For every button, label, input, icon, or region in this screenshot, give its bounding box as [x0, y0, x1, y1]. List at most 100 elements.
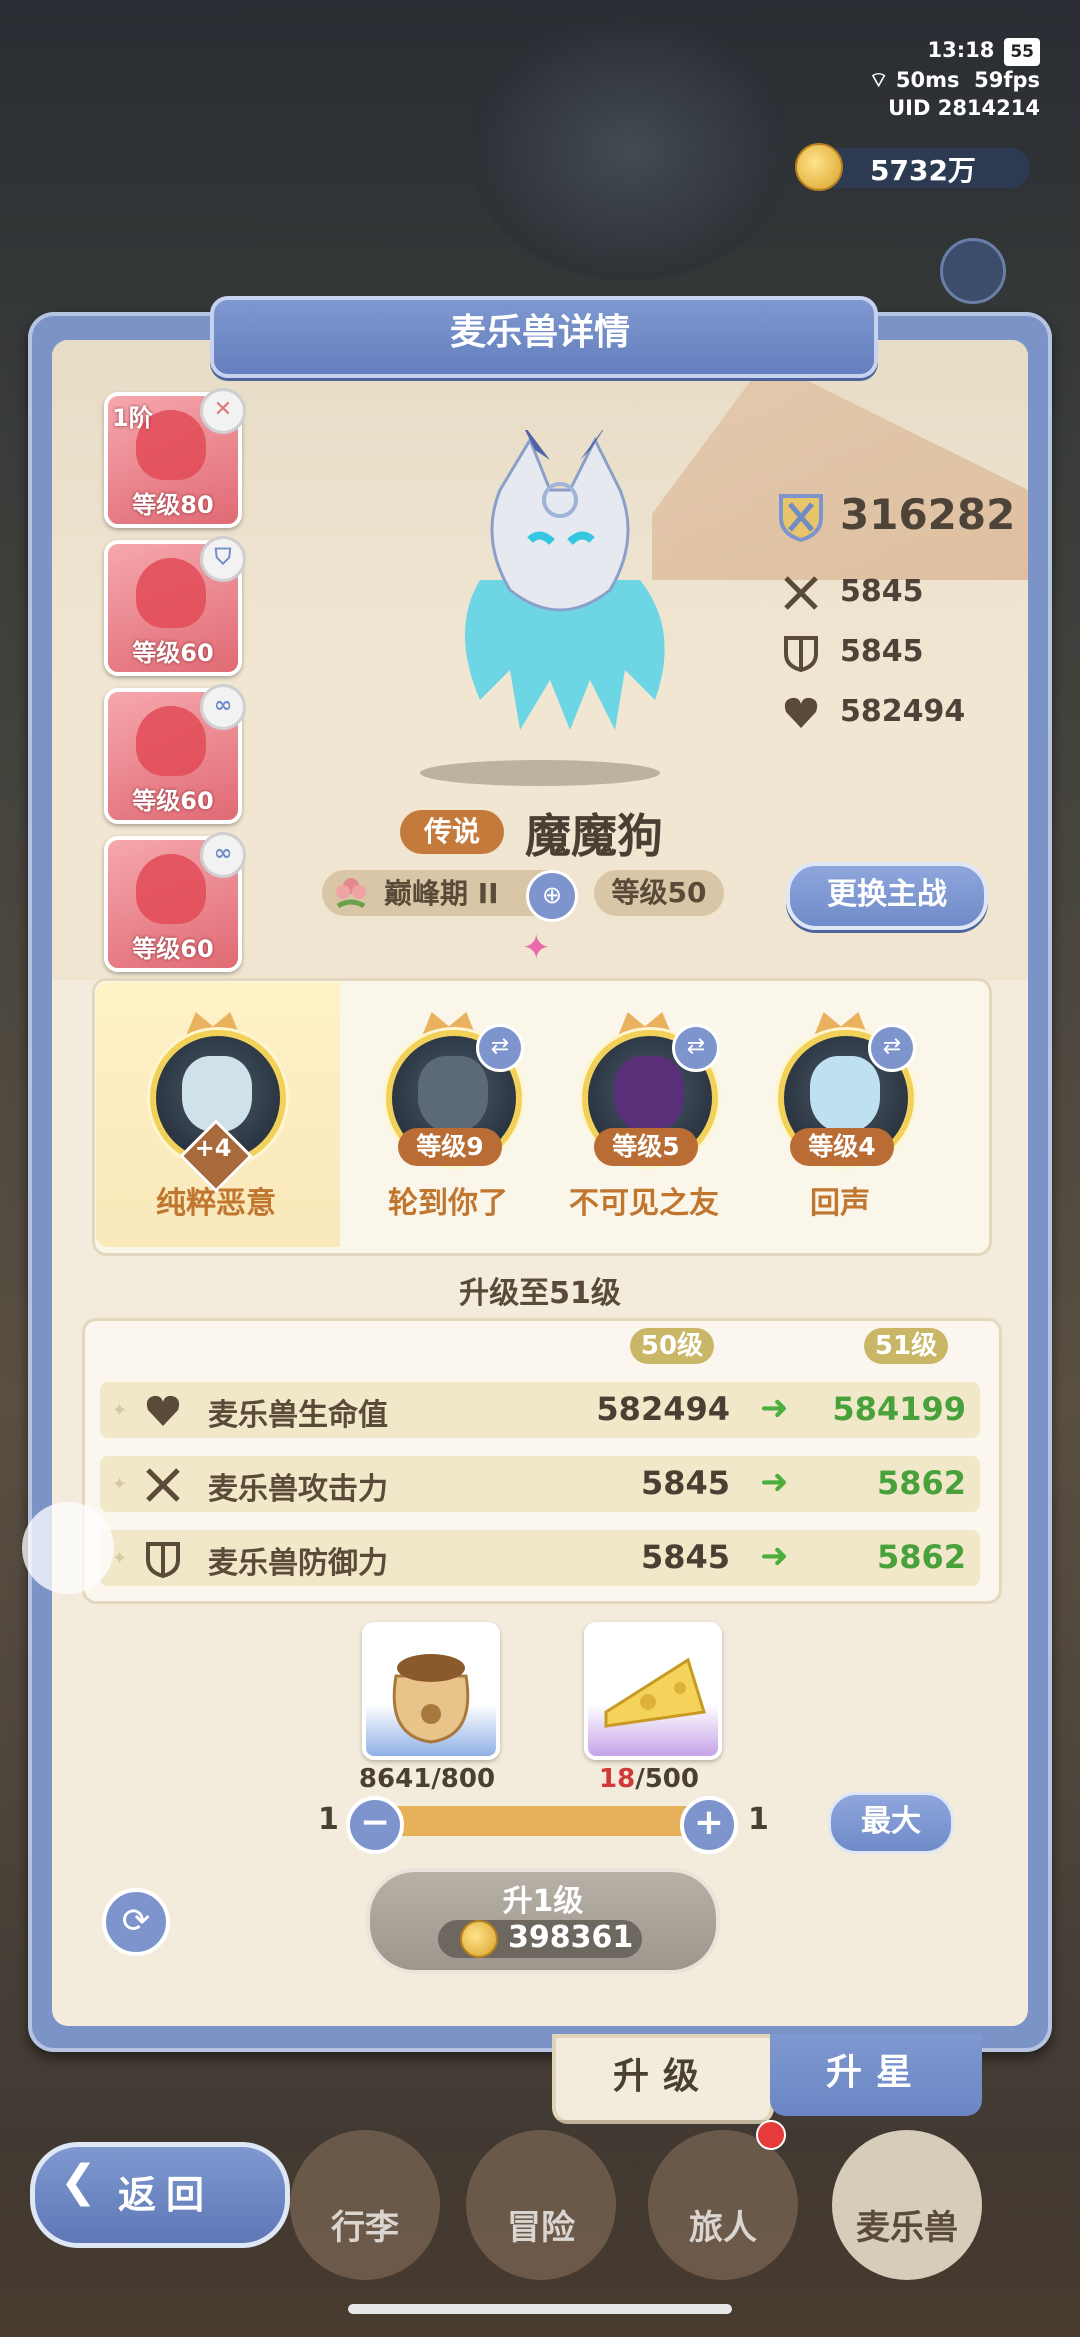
stat-current: 582494	[596, 1390, 730, 1428]
have-count: 18	[599, 1764, 636, 1794]
close-icon[interactable]: ✕	[200, 388, 246, 434]
home-indicator[interactable]	[348, 2304, 732, 2314]
skill-name: 回声	[810, 1186, 870, 1221]
swap-skill-icon[interactable]: ⇄	[868, 1024, 916, 1072]
skill-art	[418, 1056, 488, 1132]
table-row: ✦ 麦乐兽防御力 5845 ➜ 5862	[100, 1530, 980, 1586]
nav-adventure-label: 冒险	[507, 2208, 575, 2248]
stage-label: 巅峰期 II	[384, 877, 499, 910]
heart-icon	[784, 697, 818, 728]
need-count: /800	[431, 1764, 496, 1794]
sparkle-icon: ✦	[522, 928, 551, 968]
swords-icon	[146, 1468, 180, 1502]
minus-button[interactable]: −	[346, 1796, 404, 1854]
flower-icon	[336, 878, 366, 909]
stat-next: 584199	[832, 1390, 966, 1428]
arrow-right-icon: ➜	[760, 1536, 789, 1576]
pet-name: 魔魔狗	[525, 809, 663, 863]
heart-icon	[146, 1395, 180, 1426]
skill-level: 等级4	[790, 1128, 894, 1166]
chat-icon[interactable]	[22, 1502, 114, 1594]
tab-star-up[interactable]: 升星	[770, 2034, 982, 2116]
quantity-slider[interactable]	[368, 1806, 708, 1836]
max-button[interactable]: 最大	[828, 1792, 954, 1854]
rarity-badge: 传说	[400, 810, 504, 854]
battery-indicator: 55	[1004, 38, 1040, 66]
refresh-icon[interactable]: ⟳	[102, 1888, 170, 1956]
pet-portrait	[136, 854, 206, 924]
notification-dot	[756, 2120, 786, 2150]
skill-art	[810, 1056, 880, 1132]
fps: 59fps	[974, 68, 1040, 92]
skill-name: 轮到你了	[388, 1186, 508, 1221]
nav-pets-label: 麦乐兽	[856, 2208, 958, 2248]
food-bag-icon	[392, 1654, 470, 1744]
arrow-right-icon: ➜	[760, 1388, 789, 1428]
link-icon: ∞	[200, 684, 246, 730]
swap-skill-icon[interactable]: ⇄	[672, 1024, 720, 1072]
swap-main-button[interactable]: 更换主战	[786, 862, 988, 930]
battle-power-icon	[779, 494, 823, 542]
tab-upgrade[interactable]: 升级	[552, 2034, 774, 2124]
slot-level: 等级60	[132, 787, 214, 815]
stat-current: 5845	[640, 1464, 730, 1502]
need-count: /500	[635, 1764, 699, 1794]
upgrade-button-label: 升1级	[502, 1884, 584, 1919]
stat-name: 麦乐兽生命值	[208, 1398, 388, 1433]
upgrade-title: 升级至51级	[459, 1276, 621, 1311]
food-bag-count: 8641/800	[327, 1764, 527, 1794]
plus-button[interactable]: +	[680, 1796, 738, 1854]
pet-creature-image	[465, 430, 665, 730]
stat-next: 5862	[876, 1538, 966, 1576]
slot-tier: 1阶	[112, 404, 153, 432]
side-menu-button[interactable]	[940, 238, 1006, 304]
battle-power-value: 316282	[840, 490, 1016, 539]
cheese-count: 18/500	[549, 1764, 749, 1794]
swords-icon	[784, 576, 818, 610]
main-skill-name: 纯粹恶意	[156, 1186, 276, 1221]
pet-level: 等级50	[594, 870, 724, 916]
skill-name: 不可见之友	[569, 1186, 719, 1221]
skill-level: 等级9	[398, 1128, 502, 1166]
cheese-icon	[604, 1657, 706, 1728]
row-bullet: ✦	[112, 1548, 128, 1569]
cheese-item[interactable]	[584, 1622, 722, 1760]
wifi-icon: ⌔	[868, 68, 896, 92]
clock: 13:18	[927, 38, 995, 62]
status-bar: 13:18 55 ⌔ 50ms 59fps UID 2814214	[869, 36, 1040, 122]
nav-bag-label: 行李	[331, 2208, 399, 2248]
pet-portrait	[136, 706, 206, 776]
shield-icon: ⛉	[200, 536, 246, 582]
have-count: 8641	[358, 1764, 432, 1794]
swap-skill-icon[interactable]: ⇄	[476, 1024, 524, 1072]
back-arrow-icon: ❮	[60, 2156, 97, 2207]
skill-art	[614, 1056, 684, 1132]
min-quantity: 1	[318, 1802, 339, 1837]
row-bullet: ✦	[112, 1474, 128, 1495]
stat-name: 麦乐兽防御力	[208, 1546, 388, 1581]
stat-next: 5862	[876, 1464, 966, 1502]
back-label: 返回	[118, 2173, 215, 2217]
slot-level: 等级60	[132, 639, 214, 667]
coin-icon	[795, 143, 843, 191]
table-row: ✦ 麦乐兽生命值 582494 ➜ 584199	[100, 1382, 980, 1438]
next-level-header: 51级	[864, 1328, 948, 1364]
food-bag-item[interactable]	[362, 1622, 500, 1760]
max-quantity: 1	[748, 1802, 769, 1837]
current-level-header: 50级	[630, 1328, 714, 1364]
stat-current: 5845	[640, 1538, 730, 1576]
coin-icon	[460, 1920, 498, 1958]
ping: 50ms	[895, 68, 960, 92]
link-icon: ∞	[200, 832, 246, 878]
background-creature	[470, 20, 790, 280]
nav-traveler-label: 旅人	[689, 2208, 757, 2248]
slot-level: 等级80	[132, 491, 214, 519]
slot-level: 等级60	[132, 935, 214, 963]
skill-bonus: +4	[194, 1134, 232, 1162]
defense-value: 5845	[840, 634, 924, 669]
zoom-in-icon[interactable]: ⊕	[526, 870, 578, 922]
pet-shadow	[420, 760, 660, 786]
stat-name: 麦乐兽攻击力	[208, 1472, 388, 1507]
table-row: ✦ 麦乐兽攻击力 5845 ➜ 5862	[100, 1456, 980, 1512]
hp-value: 582494	[840, 694, 966, 729]
